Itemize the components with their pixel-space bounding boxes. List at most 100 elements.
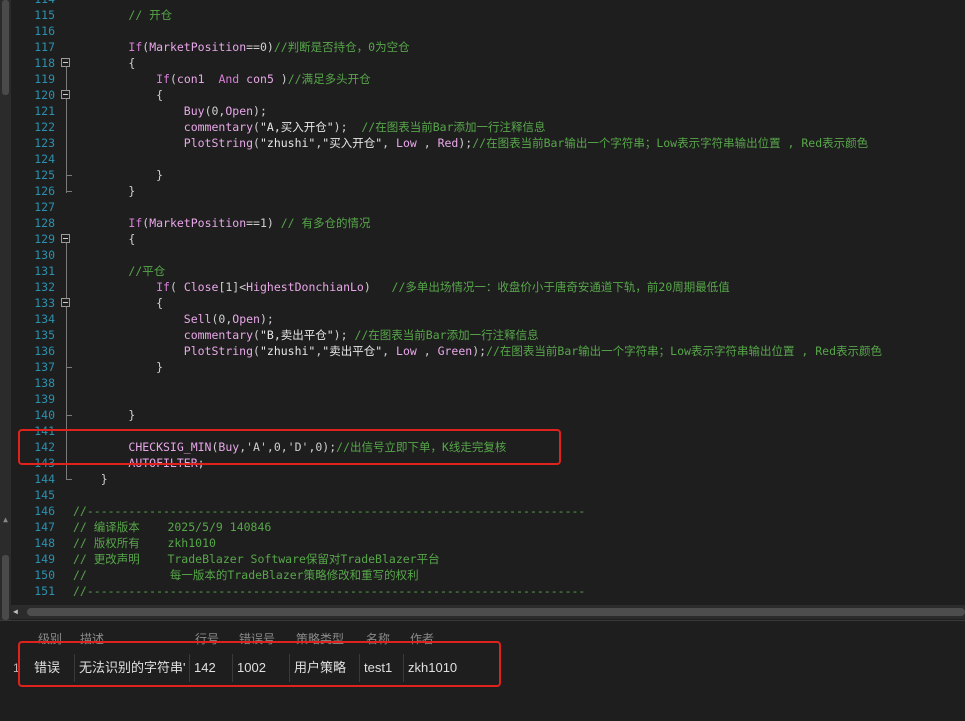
line-text: //平仓	[128, 264, 166, 278]
code-line[interactable]: 151 //-----------------------------------…	[11, 583, 965, 599]
line-text: }	[73, 472, 108, 486]
horizontal-scrollbar-thumb[interactable]	[27, 608, 965, 616]
line-number: 116	[34, 24, 55, 38]
fold-rail	[66, 63, 67, 193]
code-line[interactable]: 120 {	[11, 87, 965, 103]
code-line[interactable]: 127	[11, 199, 965, 215]
line-number: 136	[34, 344, 55, 358]
line-number: 115	[34, 8, 55, 22]
code-line[interactable]: 139	[11, 391, 965, 407]
code-line[interactable]: 122 commentary("A,买入开仓"); //在图表当前Bar添加一行…	[11, 119, 965, 135]
code-line[interactable]: 117 If(MarketPosition==0)//判断是否持仓，0为空仓	[11, 39, 965, 55]
line-text: PlotString("zhushi","卖出平仓", Low , Green)…	[183, 344, 882, 358]
line-number: 148	[34, 536, 55, 550]
line-number: 144	[34, 472, 55, 486]
line-number: 149	[34, 552, 55, 566]
code-line[interactable]: 119 If(con1 And con5 )//满足多头开仓	[11, 71, 965, 87]
line-number: 122	[34, 120, 55, 134]
scroll-up-icon[interactable]: ▲	[1, 515, 10, 525]
line-number: 123	[34, 136, 55, 150]
line-number: 114	[11, 0, 55, 7]
code-line[interactable]: 131 //平仓	[11, 263, 965, 279]
line-number: 121	[34, 104, 55, 118]
code-line[interactable]: 132 If( Close[1]<HighestDonchianLo) //多单…	[11, 279, 965, 295]
code-line[interactable]: 136 PlotString("zhushi","卖出平仓", Low , Gr…	[11, 343, 965, 359]
code-line[interactable]: 147 // 编译版本 2025/5/9 140846	[11, 519, 965, 535]
line-number: 138	[34, 376, 55, 390]
line-number: 119	[34, 72, 55, 86]
code-line[interactable]: 145	[11, 487, 965, 503]
line-number: 126	[34, 184, 55, 198]
line-number: 120	[34, 88, 55, 102]
line-number: 140	[34, 408, 55, 422]
line-text: {	[73, 296, 164, 310]
line-number: 131	[34, 264, 55, 278]
code-line[interactable]: 135 commentary("B,卖出平仓"); //在图表当前Bar添加一行…	[11, 327, 965, 343]
line-number: 137	[34, 360, 55, 374]
line-text: // 更改声明 TradeBlazer Software保留对TradeBlaz…	[73, 552, 440, 566]
code-line[interactable]: 128 If(MarketPosition==1) // 有多仓的情况	[11, 215, 965, 231]
code-line[interactable]: 125 }	[11, 167, 965, 183]
line-number: 125	[34, 168, 55, 182]
code-line[interactable]: 133 {	[11, 295, 965, 311]
code-line[interactable]: 144 }	[11, 471, 965, 487]
line-text: // 编译版本 2025/5/9 140846	[73, 520, 272, 534]
line-text: If(MarketPosition==0)//判断是否持仓，0为空仓	[128, 40, 410, 54]
line-text: commentary("B,卖出平仓"); //在图表当前Bar添加一行注释信息	[183, 328, 539, 342]
line-text: If( Close[1]<HighestDonchianLo) //多单出场情况…	[156, 280, 730, 294]
code-editor[interactable]: 114115 // 开仓116117 If(MarketPosition==0)…	[11, 0, 965, 605]
left-scrollbar[interactable]: ▲	[0, 0, 11, 620]
code-line[interactable]: 146 //-----------------------------------…	[11, 503, 965, 519]
code-line[interactable]: 140 }	[11, 407, 965, 423]
line-number: 135	[34, 328, 55, 342]
code-line[interactable]: 114	[11, 0, 965, 7]
scroll-left-icon[interactable]: ◀	[13, 607, 23, 617]
fold-end-mark	[66, 479, 72, 480]
code-line[interactable]: 118 {	[11, 55, 965, 71]
line-number: 130	[34, 248, 55, 262]
line-number: 133	[34, 296, 55, 310]
line-text: //--------------------------------------…	[73, 584, 586, 598]
line-number: 145	[34, 488, 55, 502]
line-number: 132	[34, 280, 55, 294]
code-line[interactable]: 129 {	[11, 231, 965, 247]
horizontal-scrollbar[interactable]: ◀	[11, 605, 965, 619]
line-text: If(MarketPosition==1) // 有多仓的情况	[128, 216, 371, 230]
code-line[interactable]: 134 Sell(0,Open);	[11, 311, 965, 327]
code-line[interactable]: 123 PlotString("zhushi","买入开仓", Low , Re…	[11, 135, 965, 151]
code-line[interactable]: 121 Buy(0,Open);	[11, 103, 965, 119]
line-text: // 开仓	[128, 8, 173, 22]
code-line[interactable]: 116	[11, 23, 965, 39]
fold-collapse-icon[interactable]	[61, 58, 70, 67]
line-number: 128	[34, 216, 55, 230]
line-text: }	[73, 184, 136, 198]
line-text: {	[73, 88, 164, 102]
code-line[interactable]: 130	[11, 247, 965, 263]
fold-end-mark	[66, 191, 72, 192]
code-line[interactable]: 138	[11, 375, 965, 391]
left-scrollbar-thumb-lower[interactable]	[2, 555, 9, 620]
line-text: }	[73, 360, 164, 374]
line-text: {	[73, 232, 136, 246]
highlight-box-error	[18, 641, 501, 687]
fold-collapse-icon[interactable]	[61, 298, 70, 307]
fold-collapse-icon[interactable]	[61, 90, 70, 99]
line-number: 129	[34, 232, 55, 246]
fold-collapse-icon[interactable]	[61, 234, 70, 243]
line-text: //--------------------------------------…	[73, 504, 586, 518]
line-text: If(con1 And con5 )//满足多头开仓	[156, 72, 371, 86]
code-line[interactable]: 148 // 版权所有 zkh1010	[11, 535, 965, 551]
line-text: commentary("A,买入开仓"); //在图表当前Bar添加一行注释信息	[183, 120, 546, 134]
left-scrollbar-thumb[interactable]	[2, 0, 9, 95]
code-line[interactable]: 126 }	[11, 183, 965, 199]
code-line[interactable]: 115 // 开仓	[11, 7, 965, 23]
line-number: 150	[34, 568, 55, 582]
line-number: 118	[34, 56, 55, 70]
code-line[interactable]: 149 // 更改声明 TradeBlazer Software保留对TradeB…	[11, 551, 965, 567]
line-number: 117	[34, 40, 55, 54]
code-line[interactable]: 137 }	[11, 359, 965, 375]
line-number: 139	[34, 392, 55, 406]
fold-end-mark	[66, 175, 72, 176]
code-line[interactable]: 150 // 每一版本的TradeBlazer策略修改和重写的权利	[11, 567, 965, 583]
code-line[interactable]: 124	[11, 151, 965, 167]
